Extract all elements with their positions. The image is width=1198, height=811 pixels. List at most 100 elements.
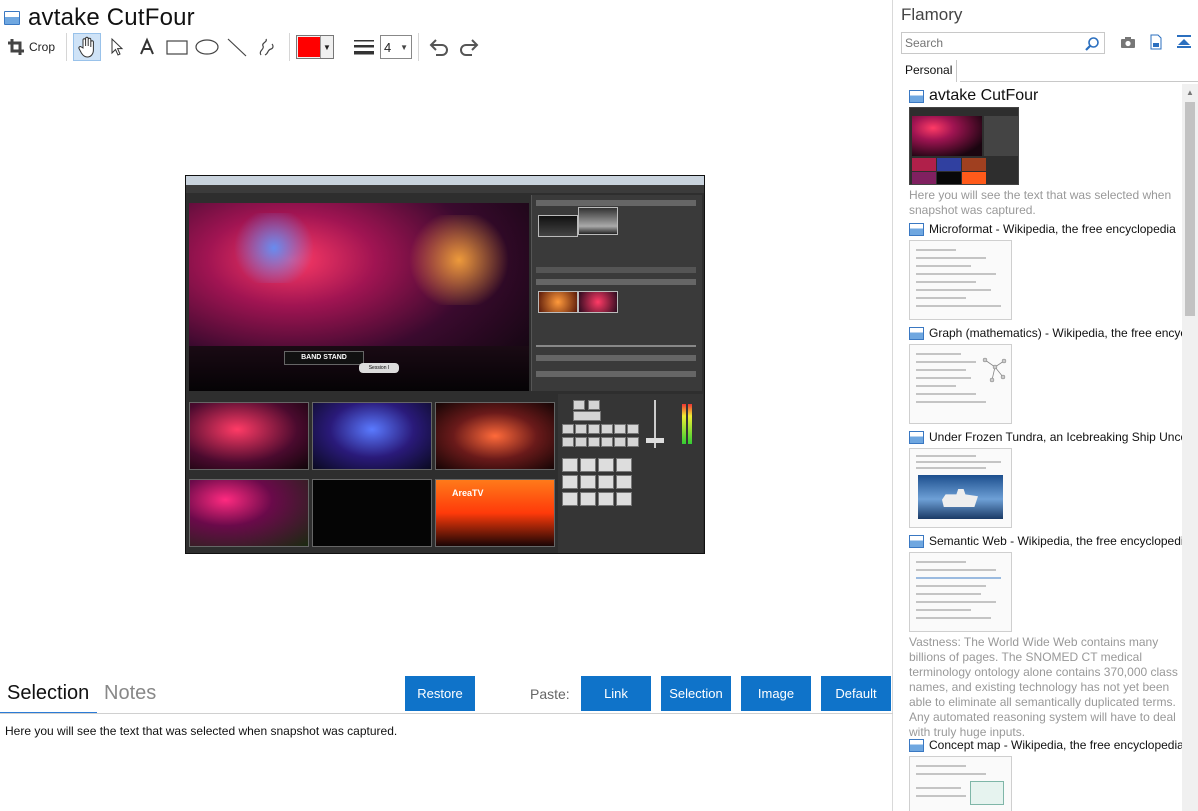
snapshot-control-panel bbox=[558, 394, 703, 553]
hand-tool-button[interactable] bbox=[73, 33, 102, 61]
search-icon[interactable] bbox=[1084, 36, 1100, 52]
snapshot-side-panel bbox=[531, 195, 702, 391]
crop-button[interactable]: Crop bbox=[4, 33, 58, 61]
line-width-select[interactable]: 4 ▼ bbox=[380, 35, 413, 59]
paste-selection-button[interactable]: Selection bbox=[661, 676, 731, 711]
line-width-value: 4 bbox=[384, 39, 392, 55]
snapshot-icon bbox=[909, 222, 924, 236]
snapshot-icon bbox=[909, 430, 924, 444]
annotation-toolbar: Crop ▼ 4 ▼ bbox=[4, 33, 485, 61]
item-title: Microformat - Wikipedia, the free encycl… bbox=[929, 222, 1176, 236]
select-tool-button[interactable] bbox=[103, 33, 131, 61]
paste-default-button[interactable]: Default bbox=[821, 676, 891, 711]
scroll-up-icon[interactable]: ▲ bbox=[1182, 84, 1198, 100]
item-thumbnail bbox=[909, 756, 1012, 811]
line-tool-button[interactable] bbox=[223, 33, 251, 61]
item-thumbnail bbox=[909, 107, 1019, 185]
undo-icon bbox=[429, 39, 448, 56]
document-icon[interactable] bbox=[1148, 34, 1164, 50]
snapshot-icon bbox=[909, 738, 924, 752]
collapse-icon[interactable] bbox=[1176, 34, 1192, 50]
paste-image-button[interactable]: Image bbox=[741, 676, 811, 711]
ellipse-icon bbox=[195, 39, 219, 55]
pointer-icon bbox=[111, 37, 124, 56]
list-item[interactable]: Semantic Web - Wikipedia, the free encyc… bbox=[909, 532, 1182, 740]
snapshot-video-1 bbox=[189, 402, 309, 470]
editor-pane: avtake CutFour Crop ▼ 4 ▼ BAND STAND Ses… bbox=[0, 0, 893, 811]
item-description: Here you will see the text that was sele… bbox=[909, 188, 1172, 217]
item-title: Under Frozen Tundra, an Icebreaking Ship… bbox=[929, 430, 1182, 444]
item-thumbnail bbox=[909, 448, 1012, 528]
tab-notes[interactable]: Notes bbox=[104, 682, 156, 705]
item-title: Concept map - Wikipedia, the free encycl… bbox=[929, 738, 1182, 752]
snapshot-icon bbox=[909, 534, 924, 548]
item-title: avtake CutFour bbox=[929, 87, 1039, 104]
search-input[interactable] bbox=[905, 36, 1085, 50]
toolbar-separator bbox=[66, 33, 68, 61]
color-swatch bbox=[298, 37, 321, 57]
snapshot-program-view: BAND STAND Session I bbox=[189, 203, 529, 391]
tab-personal[interactable]: Personal bbox=[901, 60, 958, 82]
paste-label: Paste: bbox=[530, 686, 570, 702]
snapshot-video-4 bbox=[189, 479, 309, 547]
snapshot-icon bbox=[909, 326, 924, 340]
paste-link-button[interactable]: Link bbox=[581, 676, 651, 711]
title-row: avtake CutFour bbox=[4, 4, 195, 32]
item-thumbnail bbox=[909, 240, 1012, 320]
list-item[interactable]: Microformat - Wikipedia, the free encycl… bbox=[909, 220, 1182, 320]
crop-icon bbox=[8, 39, 24, 55]
item-title: Graph (mathematics) - Wikipedia, the fre… bbox=[929, 326, 1182, 340]
line-width-icon bbox=[354, 40, 375, 55]
text-icon bbox=[140, 37, 154, 55]
list-item[interactable]: Graph (mathematics) - Wikipedia, the fre… bbox=[909, 324, 1182, 424]
sidebar-scrollbar[interactable]: ▲ bbox=[1182, 84, 1198, 811]
sidebar-toolbar bbox=[1120, 34, 1192, 50]
list-item[interactable]: Under Frozen Tundra, an Icebreaking Ship… bbox=[909, 428, 1182, 528]
selection-text[interactable]: Here you will see the text that was sele… bbox=[5, 724, 397, 738]
snapshot-titlebar bbox=[186, 176, 704, 185]
ellipse-tool-button[interactable] bbox=[193, 33, 221, 61]
undo-button[interactable] bbox=[425, 33, 453, 61]
color-picker[interactable]: ▼ bbox=[296, 35, 335, 59]
toolbar-separator bbox=[289, 33, 291, 61]
chevron-down-icon: ▼ bbox=[400, 42, 409, 52]
snapshot-icon bbox=[909, 89, 924, 103]
snapshot-band-text: BAND STAND bbox=[284, 351, 364, 365]
snapshot-session-text: Session I bbox=[359, 363, 399, 373]
rectangle-icon bbox=[166, 40, 188, 55]
scrollbar-thumb[interactable] bbox=[1185, 102, 1195, 316]
toolbar-separator bbox=[418, 33, 420, 61]
flamory-sidebar: Flamory Personal bbox=[894, 0, 1198, 811]
app-window: avtake CutFour Crop ▼ 4 ▼ BAND STAND Ses… bbox=[0, 0, 1198, 811]
item-description: Vastness: The World Wide Web contains ma… bbox=[909, 635, 1178, 739]
text-tool-button[interactable] bbox=[133, 33, 161, 61]
list-item[interactable]: Concept map - Wikipedia, the free encycl… bbox=[909, 736, 1182, 811]
tab-selection[interactable]: Selection bbox=[7, 682, 89, 705]
snapshot-video-3 bbox=[435, 402, 555, 470]
snapshot-video-6: AreaTV bbox=[435, 479, 555, 547]
snapshot-icon bbox=[4, 11, 20, 25]
freehand-tool-button[interactable] bbox=[253, 33, 281, 61]
tabs-divider bbox=[0, 713, 893, 714]
freehand-icon bbox=[259, 38, 274, 56]
redo-button[interactable] bbox=[455, 33, 483, 61]
sidebar-title: Flamory bbox=[901, 5, 963, 24]
crop-label: Crop bbox=[29, 40, 56, 54]
camera-icon[interactable] bbox=[1120, 34, 1136, 50]
snapshot-video-5 bbox=[312, 479, 432, 547]
hand-icon bbox=[78, 36, 94, 58]
snapshot-list: avtake CutFour Here you will see the tex… bbox=[894, 84, 1182, 811]
tab-divider bbox=[960, 81, 1198, 82]
chevron-down-icon: ▼ bbox=[320, 36, 333, 58]
line-width-button[interactable] bbox=[350, 33, 378, 61]
rectangle-tool-button[interactable] bbox=[163, 33, 191, 61]
item-title: Semantic Web - Wikipedia, the free encyc… bbox=[929, 534, 1182, 548]
item-thumbnail bbox=[909, 552, 1012, 632]
snapshot-image[interactable]: BAND STAND Session I AreaTV bbox=[185, 175, 705, 554]
document-title: avtake CutFour bbox=[28, 4, 195, 31]
restore-button[interactable]: Restore bbox=[405, 676, 475, 711]
list-item[interactable]: avtake CutFour Here you will see the tex… bbox=[909, 87, 1182, 218]
snapshot-video-2 bbox=[312, 402, 432, 470]
item-thumbnail bbox=[909, 344, 1012, 424]
